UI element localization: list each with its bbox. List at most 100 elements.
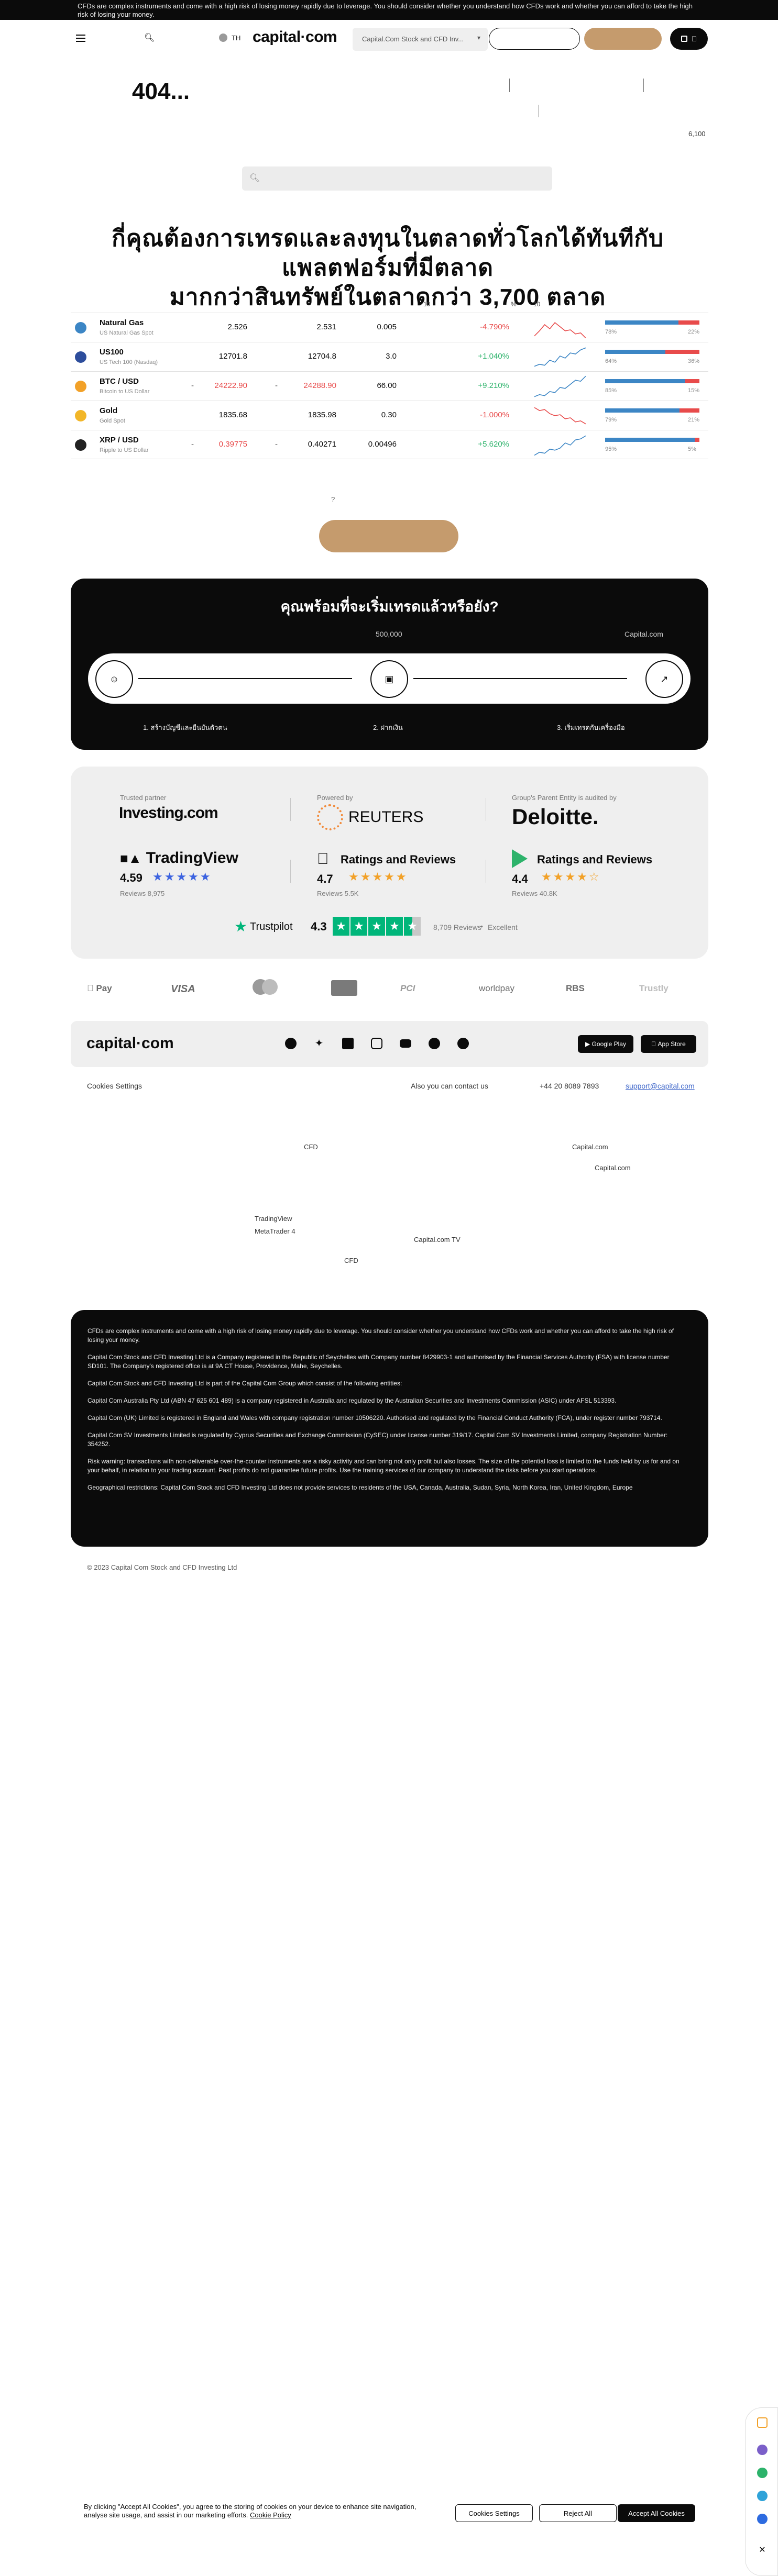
menu-icon[interactable] [76, 35, 85, 42]
column-header: 10 [533, 301, 541, 308]
dot-separator: • [480, 922, 483, 930]
cookies-settings-button[interactable]: Cookies Settings [455, 2504, 533, 2522]
footer-link[interactable]: TradingView [255, 1215, 292, 1223]
asset-name[interactable]: Natural Gas [100, 318, 144, 327]
table-row[interactable]: XRP / USD Ripple to US Dollar - - 0.39775 0.4… [71, 430, 708, 459]
app-download-button[interactable]:  [670, 28, 708, 50]
wallet-icon[interactable]: ▣ [370, 660, 408, 698]
footer-link[interactable]: MetaTrader 4 [255, 1227, 295, 1235]
asset-subtitle: US Tech 100 (Nasdaq) [100, 359, 158, 365]
chat-icon[interactable] [757, 2417, 768, 2428]
reddit-icon[interactable] [429, 1038, 440, 1049]
login-button[interactable] [489, 28, 580, 50]
sentiment-bar [605, 438, 699, 442]
step-label-2: 2. ฝากเงิน [373, 724, 403, 731]
tradingview-reviews: Reviews 8,975 [120, 890, 165, 897]
apple-reviews: Reviews 5.5K [317, 890, 359, 897]
buy-price[interactable]: 0.40271 [308, 440, 336, 449]
asset-name[interactable]: XRP / USD [100, 436, 139, 445]
footer-link[interactable]: CFD [304, 1143, 318, 1151]
footer-link[interactable]: Capital.com [572, 1143, 608, 1151]
youtube-icon[interactable] [400, 1039, 411, 1048]
asset-name[interactable]: Gold [100, 406, 117, 415]
legal-disclaimer: CFDs are complex instruments and come wi… [71, 1310, 708, 1547]
logo[interactable]: capital·com [253, 28, 337, 46]
headline-line-2: มากกว่าสินทรัพย์ในตลาดกว่า 3,700 ตลาด [73, 283, 702, 312]
buy-price[interactable]: 2.531 [316, 323, 336, 331]
linkedin-icon[interactable] [342, 1038, 354, 1049]
table-row[interactable]: US100 US Tech 100 (Nasdaq) 12701.8 12704.8 3… [71, 342, 708, 371]
rating-stars: ★★★★☆ [541, 870, 601, 883]
entity-select[interactable]: Capital.Com Stock and CFD Inv... ▾ [353, 28, 488, 51]
apple-icon:  [317, 850, 329, 868]
email-link[interactable]: support@capital.com [626, 1082, 695, 1090]
language-selector[interactable]: TH [219, 34, 240, 42]
twitter-icon[interactable]: ✦ [313, 1038, 325, 1049]
sell-price[interactable]: 0.39775 [219, 440, 247, 449]
divider [643, 79, 644, 92]
cookie-policy-link[interactable]: Cookie Policy [250, 2511, 291, 2519]
sell-sentiment-label: 5% [688, 446, 696, 452]
buy-sentiment [605, 438, 695, 442]
apple-rating: 4.7 [317, 872, 333, 885]
whatsapp-icon[interactable] [757, 2468, 768, 2478]
trustpilot-widget[interactable]: ★ Trustpilot 4.3 ★ ★ ★ ★ ★ 8,709 Reviews… [234, 917, 549, 938]
table-row[interactable]: BTC / USD Bitcoin to US Dollar - - 24222.90 2… [71, 371, 708, 401]
buy-price[interactable]: 1835.98 [308, 410, 336, 419]
close-icon[interactable]: ✕ [757, 2545, 768, 2556]
divider [290, 798, 291, 821]
asset-name[interactable]: US100 [100, 348, 124, 357]
chart-icon[interactable]: ↗ [645, 660, 683, 698]
footer-link[interactable]: Capital.com [595, 1164, 631, 1172]
footer-link[interactable]: CFD [344, 1257, 358, 1264]
user-add-icon[interactable]: ☺ [95, 660, 133, 698]
buy-price[interactable]: 12704.8 [308, 352, 336, 361]
sell-price[interactable]: 24222.90 [214, 381, 247, 390]
buy-price[interactable]: 24288.90 [303, 381, 336, 390]
google-reviews: Reviews 40.8K [512, 890, 557, 897]
google-play-button[interactable]: ▶ Google Play [578, 1035, 633, 1053]
investing-logo: Investing.com [119, 804, 218, 821]
telegram-icon[interactable] [457, 1038, 469, 1049]
footer-logo[interactable]: capital·com [86, 1035, 174, 1052]
asset-icon [75, 381, 86, 392]
sell-price[interactable]: 2.526 [227, 323, 247, 331]
sell-price[interactable]: 1835.68 [219, 410, 247, 419]
facebook-icon[interactable] [285, 1038, 297, 1049]
sell-price[interactable]: 12701.8 [219, 352, 247, 361]
table-row[interactable]: Natural Gas US Natural Gas Spot 2.526 2.531… [71, 313, 708, 342]
phone-link[interactable]: +44 20 8089 7893 [540, 1082, 599, 1090]
spread-value: 0.00496 [368, 440, 397, 449]
spread-value: 3.0 [386, 352, 397, 361]
accept-all-cookies-button[interactable]: Accept All Cookies [618, 2504, 695, 2522]
table-row[interactable]: Gold Gold Spot 1835.68 1835.98 0.30 -1.000% 79… [71, 401, 708, 430]
viber-icon[interactable] [757, 2445, 768, 2455]
contact-label: Also you can contact us [411, 1082, 488, 1090]
sell-sentiment [665, 350, 699, 354]
sparkline [534, 375, 586, 397]
legal-paragraph: Capital Com Australia Pty Ltd (ABN 47 62… [87, 1397, 617, 1404]
footer-link[interactable]: Capital.com TV [414, 1236, 461, 1243]
help-text: ? [331, 495, 335, 503]
trustpilot-rating: 4.3 [311, 920, 327, 933]
sell-sentiment-label: 21% [688, 417, 700, 423]
app-store-button[interactable]:  App Store [641, 1035, 696, 1053]
reject-all-button[interactable]: Reject All [539, 2504, 617, 2522]
app-store-label: App Store [655, 1040, 685, 1048]
trade-now-button[interactable] [584, 28, 662, 50]
instagram-icon[interactable] [371, 1038, 382, 1049]
asset-name[interactable]: BTC / USD [100, 377, 139, 386]
search-input[interactable]: 🔍︎ [242, 166, 552, 191]
search-icon[interactable]: 🔍︎ [144, 32, 155, 43]
telegram-icon[interactable] [757, 2491, 768, 2501]
trustpilot-label: Excellent [488, 923, 518, 931]
messenger-icon[interactable] [757, 2514, 768, 2524]
cookie-settings-link[interactable]: Cookies Settings [87, 1082, 142, 1090]
risk-warning-banner: CFDs are complex instruments and come wi… [0, 0, 778, 20]
sentiment-bar [605, 320, 699, 325]
legal-paragraph: CFDs are complex instruments and come wi… [87, 1327, 674, 1343]
view-all-markets-button[interactable] [319, 520, 458, 552]
entity-select-value: Capital.Com Stock and CFD Inv... [362, 35, 464, 43]
sell-sentiment [695, 438, 699, 442]
change-percent: +5.620% [478, 440, 509, 449]
